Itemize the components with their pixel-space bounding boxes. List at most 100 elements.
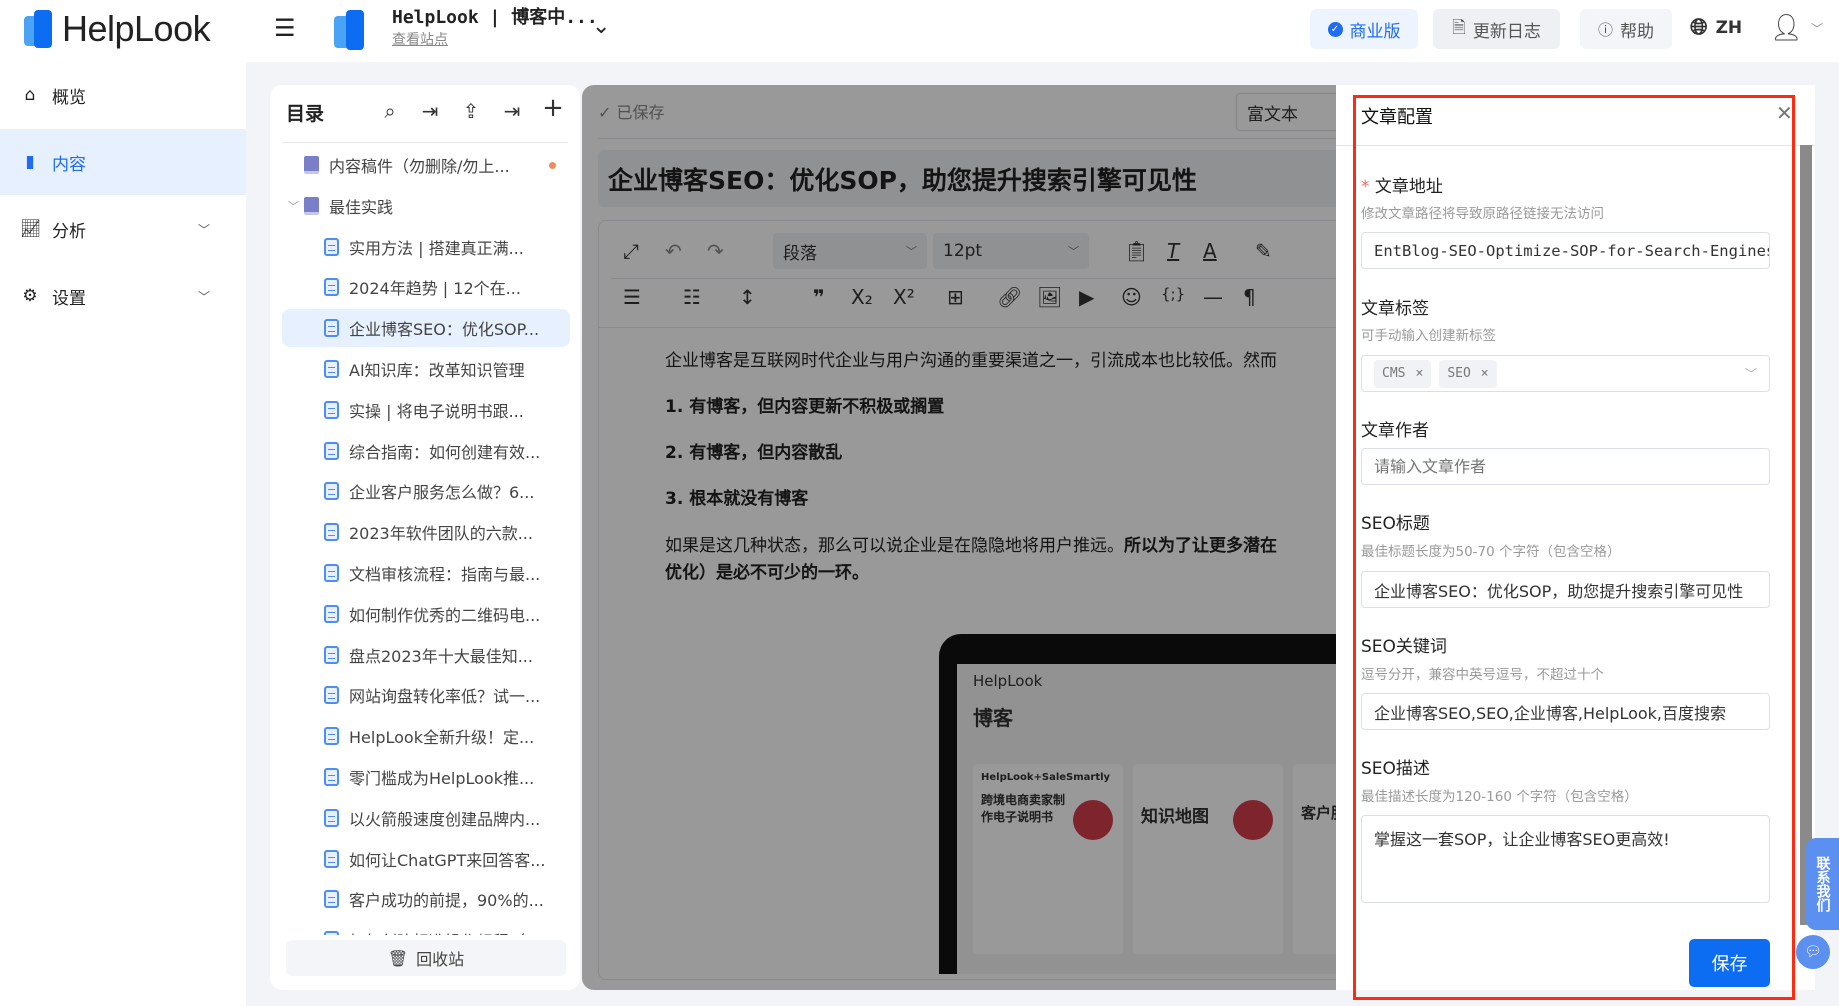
tree-item-label: HelpLook全新升级！定... [349, 728, 535, 748]
tree-item-label: 综合指南：如何创建有效... [349, 442, 541, 462]
tree-item[interactable]: 综合指南：如何创建有效... [282, 432, 570, 470]
tree-item-label: AI知识库：改革知识管理 [349, 361, 525, 380]
top-header: ☰ HelpLook | 博客中... 查看站点 ⌄ ✓ 商业版 🗎︎ 更新日志 ⓘ… [246, 0, 1839, 62]
tree-item[interactable]: 2023年软件团队的六款... [282, 513, 570, 551]
expand-chevron-icon[interactable]: ﹀ [288, 198, 299, 214]
chevron-down-icon: ﹀ [1811, 21, 1824, 36]
tree-item-label: 文档审核流程：指南与最... [349, 565, 541, 584]
modal-mask[interactable] [582, 85, 1336, 990]
nav-analytics[interactable]: 📈︎ 分析 ﹀ [0, 196, 246, 262]
help-button[interactable]: ⓘ 帮助 [1580, 9, 1672, 49]
nav-label: 内容 [52, 154, 86, 175]
logo-icon [24, 10, 54, 48]
tree-item[interactable]: 内容稿件（勿删除/勿上... [282, 146, 570, 184]
folder-book-icon [304, 156, 319, 174]
add-icon[interactable]: + [541, 93, 565, 123]
document-icon [324, 849, 339, 868]
document-icon [324, 278, 339, 297]
language-switch[interactable]: 🌐︎ ZH [1690, 15, 1742, 40]
tree-item[interactable]: AI知识库：改革知识管理 [282, 350, 570, 388]
tree-item[interactable]: 文档审核流程：指南与最... [282, 554, 570, 592]
tree-item[interactable]: 如何让ChatGPT来回答客... [282, 840, 570, 878]
tree-item[interactable]: 网站询盘转化率低？试一... [282, 676, 570, 714]
document-icon [324, 523, 339, 542]
site-switch-chevron-icon[interactable]: ⌄ [592, 14, 610, 39]
nav-content[interactable]: ▮ 内容 [0, 129, 246, 195]
trash-icon: 🗑︎ [387, 948, 409, 968]
tree-item[interactable]: 客户成功的前提，90%的... [282, 880, 570, 918]
edition-button[interactable]: ✓ 商业版 [1310, 9, 1418, 49]
export-icon[interactable]: ⇥ [418, 99, 442, 123]
contact-us-button[interactable]: 联系我们 [1806, 838, 1839, 930]
chevron-down-icon: ﹀ [197, 222, 210, 237]
document-icon [324, 441, 339, 460]
tree-item[interactable]: 实用方法 | 搭建真正满... [282, 228, 570, 266]
tree-item-label: 如何让ChatGPT来回答客... [349, 850, 546, 870]
edition-label: 商业版 [1349, 21, 1401, 42]
tree-item[interactable]: 实操 | 将电子说明书跟... [282, 391, 570, 429]
nav-label: 概览 [52, 87, 86, 108]
document-icon [324, 319, 339, 338]
chart-icon: 📈︎ [20, 219, 42, 239]
tree-item-label: 以火箭般速度创建品牌内... [349, 809, 541, 829]
tree-item[interactable]: HelpLook全新升级！定... [282, 717, 570, 755]
highlight-box [1353, 95, 1795, 1000]
tree-item-label: 企业博客SEO：优化SOP... [349, 320, 540, 340]
chat-icon[interactable]: 💬︎ [1796, 935, 1830, 969]
tree-item[interactable]: 以火箭般速度创建品牌内... [282, 799, 570, 837]
editor-pane: ✓ 已保存 富文本 企业博客SEO：优化SOP，助您提升搜索引擎可见性 ⤢ ↶ … [582, 85, 1336, 990]
tree-item[interactable]: 企业博客SEO：优化SOP... [282, 309, 570, 348]
document-icon [324, 482, 339, 501]
tree-item-label: 最佳实践 [329, 197, 394, 217]
document-icon [324, 686, 339, 705]
document-icon [324, 400, 339, 419]
nav-settings[interactable]: ⚙ 设置 ﹀ [0, 263, 246, 329]
home-icon: ⌂ [24, 85, 36, 105]
scrollbar[interactable] [1800, 145, 1812, 925]
site-logo-icon [334, 8, 364, 52]
tree-item[interactable]: 企业客户服务怎么做？6... [282, 472, 570, 510]
tree-item-label: 实操 | 将电子说明书跟... [349, 401, 524, 421]
toc-panel: 目录 ⌕ ⇥ ⇪ ⇥ + 内容稿件（勿删除/勿上... ﹀ 最佳实践实用方法 | 搭… [270, 85, 580, 990]
collapse-panel-icon[interactable]: ⇥ [500, 99, 524, 123]
search-icon[interactable]: ⌕ [378, 99, 402, 123]
help-label: 帮助 [1620, 21, 1654, 42]
tree-item[interactable]: 零门槛成为HelpLook推... [282, 758, 570, 796]
help-icon: ⓘ [1597, 20, 1613, 39]
tree-item-label: 如何制作优秀的二维码电... [349, 605, 541, 625]
tree-item[interactable]: ﹀ 最佳实践 [282, 187, 570, 225]
document-icon [324, 564, 339, 582]
recycle-bin-button[interactable]: 🗑︎ 回收站 [286, 940, 566, 976]
toc-title: 目录 [286, 103, 325, 125]
globe-icon: 🌐︎ [1690, 15, 1708, 40]
recycle-label: 回收站 [416, 950, 465, 969]
tree-item[interactable]: 如何制作优秀的二维码电... [282, 595, 570, 633]
tree-item[interactable]: 2024年趋势 | 12个在... [282, 268, 570, 306]
tree-item[interactable]: 如何创建标准操作规程（... [282, 921, 570, 935]
tree-item-label: 2023年软件团队的六款... [349, 524, 533, 544]
site-title: HelpLook | 博客中... [392, 7, 598, 28]
nav-label: 分析 [52, 221, 86, 242]
tree-item-label: 盘点2023年十大最佳知... [349, 646, 533, 666]
document-icon [324, 808, 339, 827]
upload-icon[interactable]: ⇪ [459, 99, 483, 123]
changelog-label: 更新日志 [1472, 21, 1541, 42]
document-icon [324, 931, 339, 935]
menu-collapse-icon[interactable]: ☰ [274, 14, 296, 42]
view-site-link[interactable]: 查看站点 [392, 29, 448, 49]
tree-item-label: 网站询盘转化率低？试一... [349, 687, 541, 707]
tree-item-label: 客户成功的前提，90%的... [349, 891, 544, 911]
nav-label: 设置 [52, 288, 86, 309]
document-icon [324, 890, 339, 909]
unsaved-dot [549, 161, 556, 169]
changelog-icon: 🗎︎ [1452, 17, 1466, 38]
gear-icon: ⚙ [22, 286, 38, 306]
changelog-button[interactable]: 🗎︎ 更新日志 [1433, 9, 1560, 49]
user-menu[interactable]: 👤︎ ﹀ [1770, 13, 1823, 43]
brand-logo[interactable]: HelpLook [24, 8, 211, 50]
tree-item[interactable]: 盘点2023年十大最佳知... [282, 636, 570, 674]
tree-item-label: 零门槛成为HelpLook推... [349, 769, 535, 788]
document-icon [324, 237, 339, 256]
tree-item-label: 实用方法 | 搭建真正满... [349, 238, 524, 258]
nav-overview[interactable]: ⌂ 概览 [0, 62, 246, 128]
